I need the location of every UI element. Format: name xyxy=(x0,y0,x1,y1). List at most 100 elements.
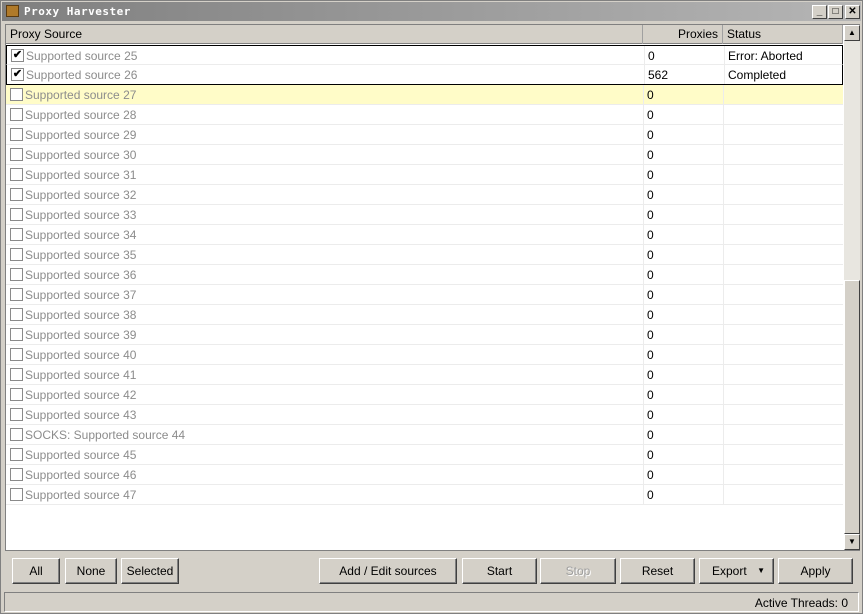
row-checkbox[interactable] xyxy=(10,228,23,241)
table-row[interactable]: Supported source 42 0 xyxy=(6,385,843,405)
column-header-proxies[interactable]: Proxies xyxy=(643,25,723,44)
row-checkbox[interactable] xyxy=(10,188,23,201)
table-row[interactable]: Supported source 27 0 xyxy=(6,85,843,105)
row-checkbox[interactable] xyxy=(10,468,23,481)
column-divider xyxy=(723,385,724,404)
table-row[interactable]: ✔ Supported source 26 562 Completed xyxy=(6,65,843,85)
minimize-button[interactable]: _ xyxy=(812,5,827,19)
table-row[interactable]: Supported source 38 0 xyxy=(6,305,843,325)
column-header-proxy-source[interactable]: Proxy Source xyxy=(6,25,643,44)
proxy-source-cell: SOCKS: Supported source 44 xyxy=(25,428,186,442)
select-none-button[interactable]: None xyxy=(65,558,117,584)
maximize-button[interactable]: □ xyxy=(828,5,843,19)
row-checkbox[interactable] xyxy=(10,408,23,421)
row-checkbox[interactable] xyxy=(10,148,23,161)
row-checkbox[interactable] xyxy=(10,288,23,301)
table-row[interactable]: Supported source 33 0 xyxy=(6,205,843,225)
row-checkbox[interactable] xyxy=(10,328,23,341)
column-divider xyxy=(723,465,724,484)
proxy-source-cell: Supported source 28 xyxy=(25,108,137,122)
proxies-cell: 0 xyxy=(647,368,654,382)
proxies-cell: 0 xyxy=(647,328,654,342)
table-row[interactable]: Supported source 43 0 xyxy=(6,405,843,425)
proxies-cell: 0 xyxy=(648,49,655,63)
table-row[interactable]: Supported source 36 0 xyxy=(6,265,843,285)
column-divider xyxy=(643,265,644,284)
title-bar[interactable]: Proxy Harvester _ □ ✕ xyxy=(2,2,861,21)
proxies-cell: 0 xyxy=(647,408,654,422)
proxy-source-cell: Supported source 42 xyxy=(25,388,137,402)
export-dropdown-button[interactable]: Export ▼ xyxy=(699,558,774,584)
scrollbar-thumb[interactable] xyxy=(844,280,860,534)
column-divider xyxy=(643,445,644,464)
reset-button[interactable]: Reset xyxy=(620,558,695,584)
apply-button[interactable]: Apply xyxy=(778,558,853,584)
close-button[interactable]: ✕ xyxy=(845,5,860,19)
row-checkbox[interactable] xyxy=(10,248,23,261)
table-row[interactable]: Supported source 37 0 xyxy=(6,285,843,305)
table-row[interactable]: Supported source 30 0 xyxy=(6,145,843,165)
proxy-source-cell: Supported source 36 xyxy=(25,268,137,282)
table-row[interactable]: Supported source 47 0 xyxy=(6,485,843,505)
proxies-cell: 0 xyxy=(647,168,654,182)
table-row[interactable]: Supported source 41 0 xyxy=(6,365,843,385)
table-row[interactable]: Supported source 39 0 xyxy=(6,325,843,345)
row-checkbox[interactable] xyxy=(10,88,23,101)
proxy-source-cell: Supported source 26 xyxy=(26,68,138,82)
table-row[interactable]: Supported source 34 0 xyxy=(6,225,843,245)
proxy-source-cell: Supported source 39 xyxy=(25,328,137,342)
proxy-source-grid[interactable]: Proxy Source Proxies Status ✔ Supported s… xyxy=(5,24,860,551)
select-all-button[interactable]: All xyxy=(12,558,60,584)
minimize-icon: _ xyxy=(816,6,823,17)
select-selected-button[interactable]: Selected xyxy=(121,558,179,584)
row-checkbox[interactable] xyxy=(10,348,23,361)
vertical-scrollbar[interactable]: ▲ ▼ xyxy=(844,25,860,550)
proxy-source-cell: Supported source 33 xyxy=(25,208,137,222)
row-checkbox[interactable]: ✔ xyxy=(11,68,24,81)
row-checkbox[interactable] xyxy=(10,488,23,501)
table-row[interactable]: Supported source 29 0 xyxy=(6,125,843,145)
table-row[interactable]: SOCKS: Supported source 44 0 xyxy=(6,425,843,445)
column-divider xyxy=(723,205,724,224)
row-checkbox[interactable] xyxy=(10,128,23,141)
row-checkbox[interactable] xyxy=(10,448,23,461)
proxies-cell: 0 xyxy=(647,348,654,362)
column-divider xyxy=(723,145,724,164)
stop-button[interactable]: Stop xyxy=(540,558,616,584)
column-divider xyxy=(723,105,724,124)
row-checkbox[interactable] xyxy=(10,388,23,401)
proxies-cell: 0 xyxy=(647,248,654,262)
scroll-down-button[interactable]: ▼ xyxy=(844,534,860,550)
column-divider xyxy=(644,65,645,84)
scroll-up-button[interactable]: ▲ xyxy=(844,25,860,41)
table-row[interactable]: ✔ Supported source 25 0 Error: Aborted xyxy=(6,45,843,65)
row-checkbox[interactable] xyxy=(10,208,23,221)
start-button[interactable]: Start xyxy=(462,558,537,584)
proxy-source-cell: Supported source 30 xyxy=(25,148,137,162)
column-divider xyxy=(643,285,644,304)
proxy-source-cell: Supported source 35 xyxy=(25,248,137,262)
proxy-source-cell: Supported source 37 xyxy=(25,288,137,302)
maximize-icon: □ xyxy=(832,6,839,17)
table-row[interactable]: Supported source 32 0 xyxy=(6,185,843,205)
proxies-cell: 0 xyxy=(647,208,654,222)
proxies-cell: 0 xyxy=(647,268,654,282)
table-row[interactable]: Supported source 35 0 xyxy=(6,245,843,265)
row-checkbox[interactable] xyxy=(10,168,23,181)
table-row[interactable]: Supported source 40 0 xyxy=(6,345,843,365)
column-header-status[interactable]: Status xyxy=(723,25,843,44)
table-row[interactable]: Supported source 45 0 xyxy=(6,445,843,465)
add-edit-sources-button[interactable]: Add / Edit sources xyxy=(319,558,457,584)
table-row[interactable]: Supported source 28 0 xyxy=(6,105,843,125)
column-divider xyxy=(643,425,644,444)
column-divider xyxy=(643,185,644,204)
row-checkbox[interactable]: ✔ xyxy=(11,49,24,62)
row-checkbox[interactable] xyxy=(10,108,23,121)
proxy-source-cell: Supported source 31 xyxy=(25,168,137,182)
table-row[interactable]: Supported source 46 0 xyxy=(6,465,843,485)
row-checkbox[interactable] xyxy=(10,268,23,281)
table-row[interactable]: Supported source 31 0 xyxy=(6,165,843,185)
row-checkbox[interactable] xyxy=(10,428,23,441)
row-checkbox[interactable] xyxy=(10,368,23,381)
row-checkbox[interactable] xyxy=(10,308,23,321)
